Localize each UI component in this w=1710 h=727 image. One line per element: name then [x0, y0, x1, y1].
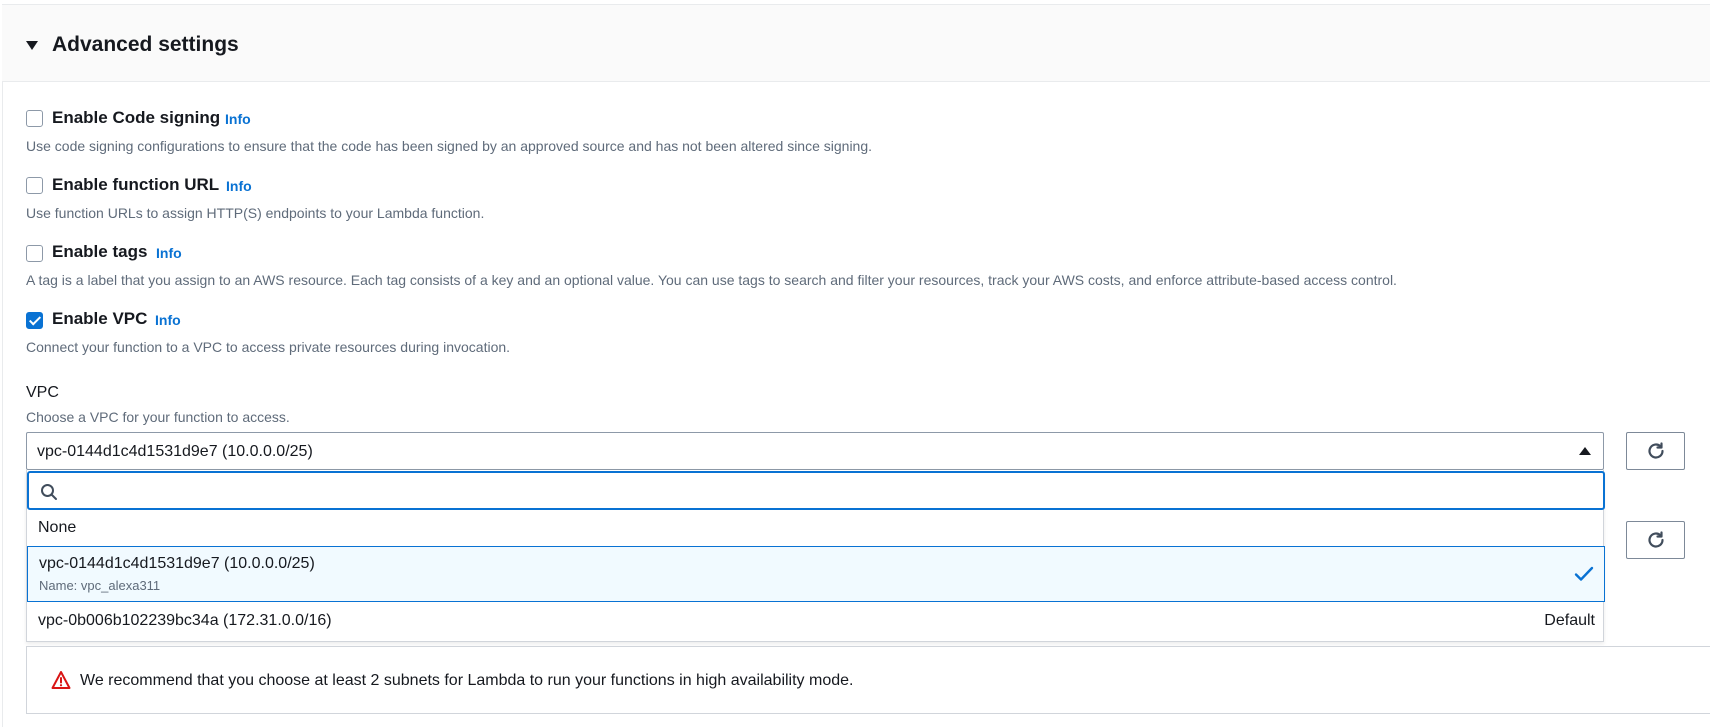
- tags-checkbox[interactable]: [26, 245, 43, 262]
- vpc-field-label: VPC: [26, 384, 59, 401]
- vpc-field-description: Choose a VPC for your function to access…: [26, 409, 290, 425]
- function-url-checkbox[interactable]: [26, 177, 43, 194]
- vpc-option-label: vpc-0144d1c4d1531d9e7 (10.0.0.0/25): [39, 555, 315, 572]
- vpc-enable-label[interactable]: Enable VPC: [52, 308, 147, 330]
- vpc-option-selected[interactable]: vpc-0144d1c4d1531d9e7 (10.0.0.0/25) Name…: [27, 546, 1605, 602]
- vpc-option-label: vpc-0b006b102239bc34a (172.31.0.0/16): [38, 612, 332, 629]
- warning-alert: We recommend that you choose at least 2 …: [26, 646, 1710, 714]
- vpc-info-link[interactable]: Info: [155, 311, 181, 329]
- refresh-icon: [1647, 531, 1664, 548]
- vpc-option-none[interactable]: None: [27, 510, 1605, 546]
- refresh-icon: [1647, 442, 1664, 459]
- vpc-search-box[interactable]: [27, 471, 1605, 510]
- code-signing-label[interactable]: Enable Code signing: [52, 107, 220, 129]
- vpc-checkbox[interactable]: [26, 312, 43, 329]
- code-signing-checkbox[interactable]: [26, 110, 43, 127]
- function-url-label[interactable]: Enable function URL: [52, 174, 219, 196]
- vpc-refresh-button[interactable]: [1626, 432, 1685, 470]
- search-icon: [41, 484, 57, 500]
- code-signing-description: Use code signing configurations to ensur…: [26, 138, 873, 154]
- caret-down-icon[interactable]: [26, 41, 38, 50]
- function-url-info-link[interactable]: Info: [226, 177, 252, 195]
- vpc-dropdown-list: None vpc-0144d1c4d1531d9e7 (10.0.0.0/25)…: [26, 470, 1605, 642]
- vpc-option-sublabel: Name: vpc_alexa311: [39, 578, 161, 593]
- tags-description: A tag is a label that you assign to an A…: [26, 272, 1397, 288]
- advanced-settings-header[interactable]: Advanced settings: [2, 5, 1710, 82]
- function-url-description: Use function URLs to assign HTTP(S) endp…: [26, 205, 485, 221]
- vpc-select[interactable]: vpc-0144d1c4d1531d9e7 (10.0.0.0/25): [26, 432, 1604, 470]
- vpc-default-tag: Default: [1544, 612, 1595, 629]
- vpc-select-value: vpc-0144d1c4d1531d9e7 (10.0.0.0/25): [37, 443, 313, 460]
- tags-label[interactable]: Enable tags: [52, 241, 147, 263]
- vpc-option-label: None: [38, 519, 77, 536]
- warning-icon: [51, 671, 71, 689]
- subnets-refresh-button[interactable]: [1626, 521, 1685, 559]
- warning-alert-message: We recommend that you choose at least 2 …: [80, 672, 854, 689]
- code-signing-info-link[interactable]: Info: [225, 110, 251, 128]
- check-icon: [1574, 566, 1594, 581]
- caret-up-icon: [1579, 447, 1591, 455]
- vpc-description: Connect your function to a VPC to access…: [26, 339, 511, 355]
- vpc-search-input[interactable]: [69, 477, 1589, 505]
- vpc-option-default[interactable]: vpc-0b006b102239bc34a (172.31.0.0/16) De…: [27, 602, 1605, 640]
- advanced-settings-title: Advanced settings: [52, 33, 239, 56]
- tags-info-link[interactable]: Info: [156, 244, 182, 262]
